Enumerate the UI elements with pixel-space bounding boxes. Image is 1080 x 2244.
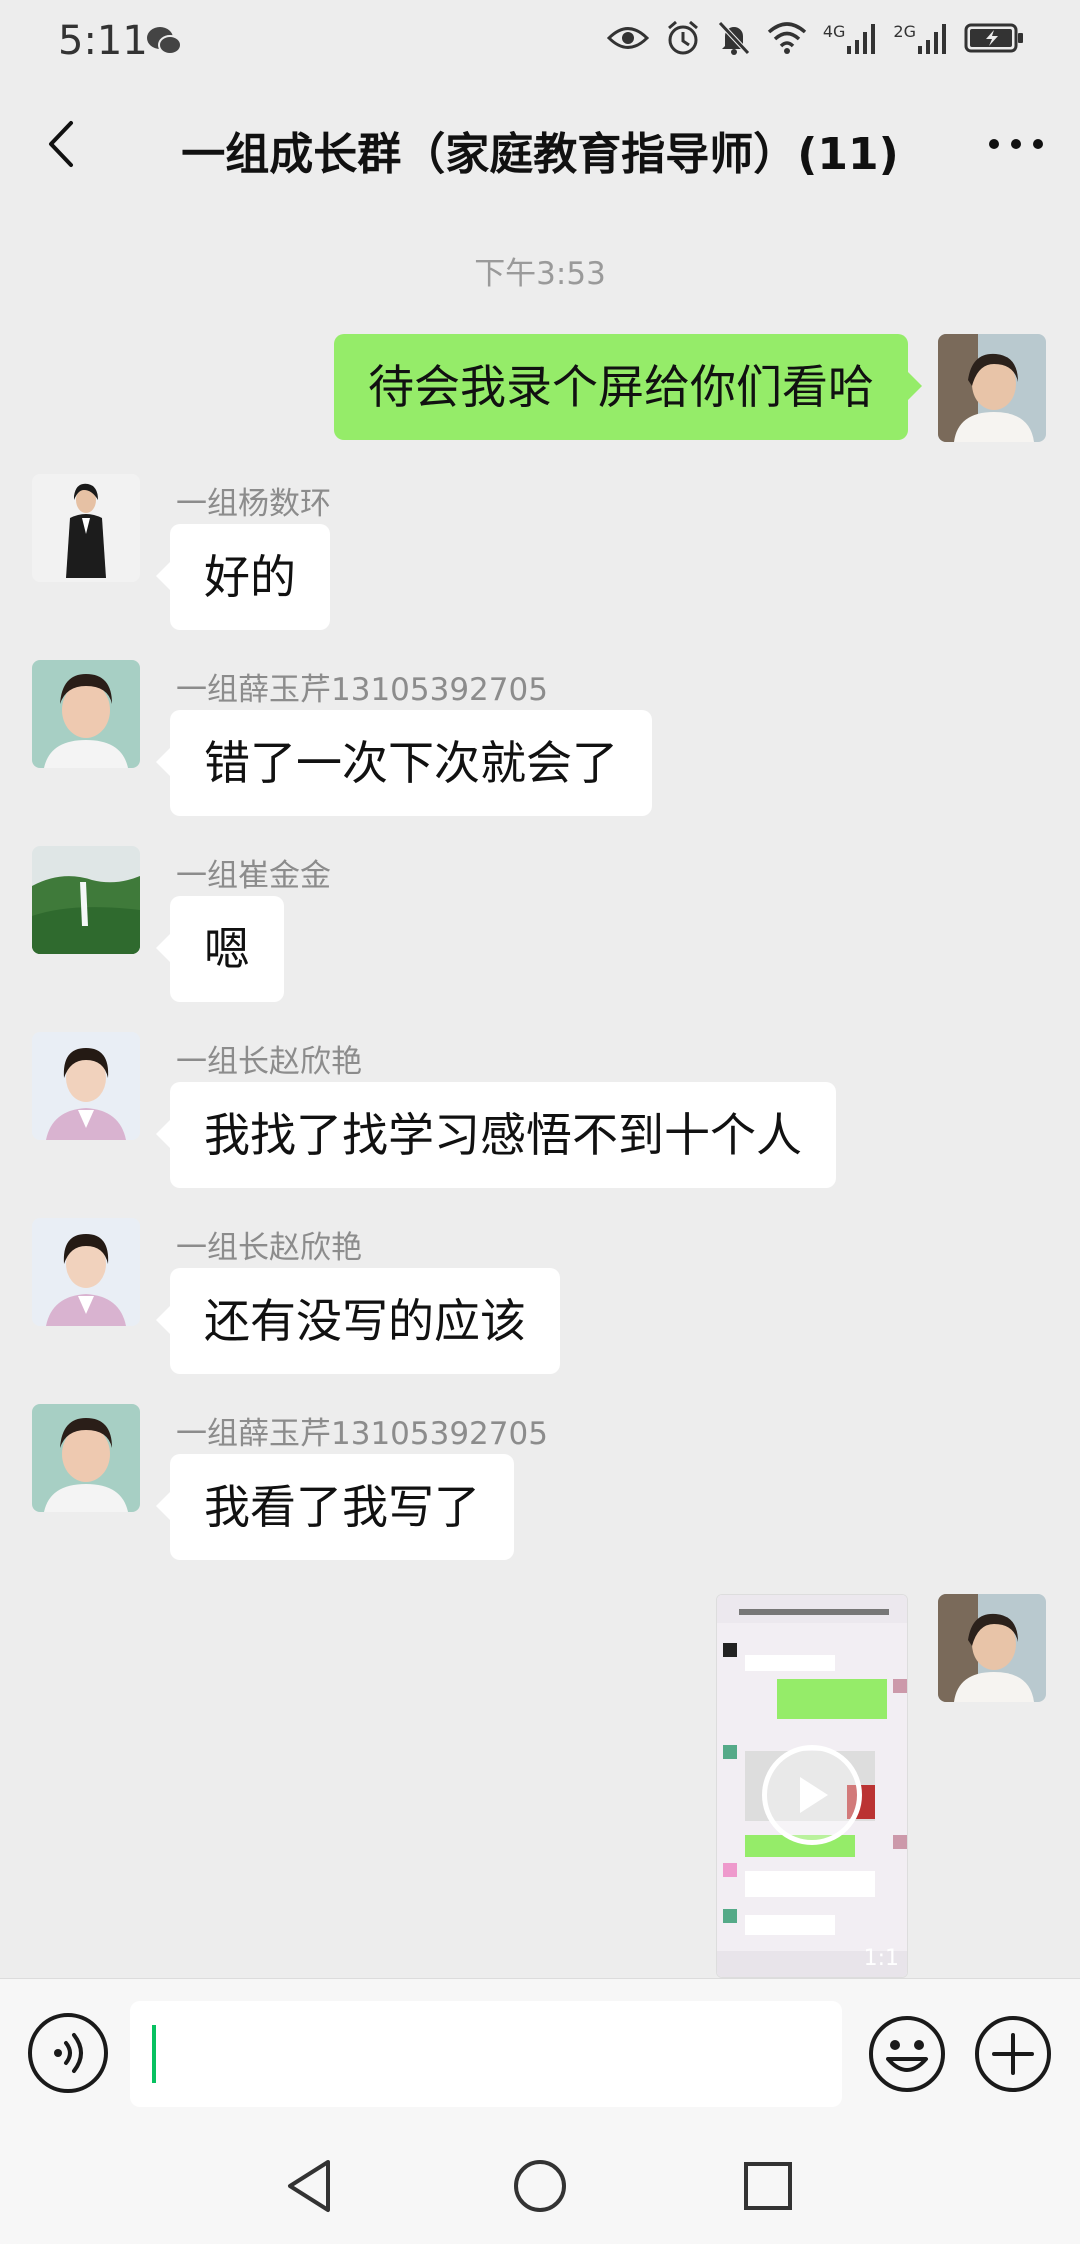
status-bar: 5:11 4G 2G: [0, 0, 1080, 84]
system-nav-bar: [0, 2128, 1080, 2244]
alarm-icon: [667, 20, 698, 55]
signal-bars-icon: [918, 24, 946, 54]
play-icon: [800, 1777, 828, 1813]
signal-bars-icon: [847, 24, 876, 54]
nav-back-icon: [288, 2160, 330, 2212]
nav-recents-icon: [744, 2162, 792, 2210]
message-bubble[interactable]: 好的: [156, 524, 330, 630]
avatar[interactable]: [32, 660, 140, 768]
video-message[interactable]: 1:1: [716, 1594, 908, 1978]
emoji-button[interactable]: [866, 2013, 948, 2095]
more-button[interactable]: [980, 112, 1052, 176]
network-type-label: 4G: [822, 22, 846, 41]
avatar[interactable]: [32, 1404, 140, 1512]
wifi-icon: [767, 22, 807, 54]
plus-button[interactable]: [972, 2013, 1054, 2095]
voice-icon: [54, 2033, 83, 2073]
sender-name: 一组崔金金: [176, 858, 331, 894]
avatar[interactable]: [32, 1032, 140, 1140]
more-icon: [989, 139, 1043, 149]
play-button[interactable]: [762, 1745, 862, 1845]
message-input[interactable]: [130, 2001, 842, 2107]
nav-home-icon: [514, 2160, 566, 2212]
status-icons: 4G 2G: [606, 20, 1024, 56]
avatar[interactable]: [32, 1218, 140, 1326]
chat-title: 一组成长群（家庭教育指导师）(11): [181, 129, 899, 180]
text-cursor: [152, 2025, 156, 2083]
signal-4g: 4G: [823, 22, 878, 54]
battery-charging-icon: [964, 23, 1023, 53]
input-bar: [0, 1978, 1080, 2128]
message-bubble-self[interactable]: 待会我录个屏给你们看哈: [334, 334, 922, 440]
voice-button[interactable]: [28, 2013, 108, 2093]
wechat-notification-icon: [146, 26, 182, 60]
network-type-label: 2G: [893, 22, 916, 41]
status-time: 5:11: [58, 18, 148, 64]
plus-icon: [975, 2016, 1051, 2092]
avatar-self[interactable]: [938, 334, 1046, 442]
message-bubble[interactable]: 错了一次下次就会了: [156, 710, 652, 816]
eye-icon: [606, 27, 649, 49]
message-bubble[interactable]: 嗯: [156, 896, 284, 1002]
nav-recents-button[interactable]: [736, 2154, 800, 2218]
title-bar: 一组成长群（家庭教育指导师）(11): [0, 84, 1080, 208]
avatar[interactable]: [32, 846, 140, 954]
nav-back-button[interactable]: [278, 2154, 342, 2218]
sender-name: 一组杨数环: [176, 486, 331, 522]
video-duration: 1:1: [863, 1946, 899, 1971]
signal-2g: 2G: [893, 22, 948, 54]
mute-bell-icon: [718, 21, 750, 55]
back-arrow-icon: [49, 121, 73, 167]
emoji-icon: [869, 2016, 945, 2092]
sender-name: 一组长赵欣艳: [176, 1230, 362, 1266]
sender-name: 一组薛玉芹13105392705: [176, 1416, 548, 1452]
message-bubble[interactable]: 我看了我写了: [156, 1454, 514, 1560]
avatar[interactable]: [32, 474, 140, 582]
chat-area[interactable]: 下午3:53 待会我录个屏给你们看哈 一组杨数环 好的 一组薛玉芹1310539…: [0, 208, 1080, 1978]
nav-home-button[interactable]: [508, 2154, 572, 2218]
message-bubble[interactable]: 我找了找学习感悟不到十个人: [156, 1082, 836, 1188]
message-timestamp: 下午3:53: [474, 256, 606, 292]
avatar-self[interactable]: [938, 1594, 1046, 1702]
message-bubble[interactable]: 还有没写的应该: [156, 1268, 560, 1374]
sender-name: 一组长赵欣艳: [176, 1044, 362, 1080]
back-button[interactable]: [28, 112, 92, 176]
sender-name: 一组薛玉芹13105392705: [176, 672, 548, 708]
